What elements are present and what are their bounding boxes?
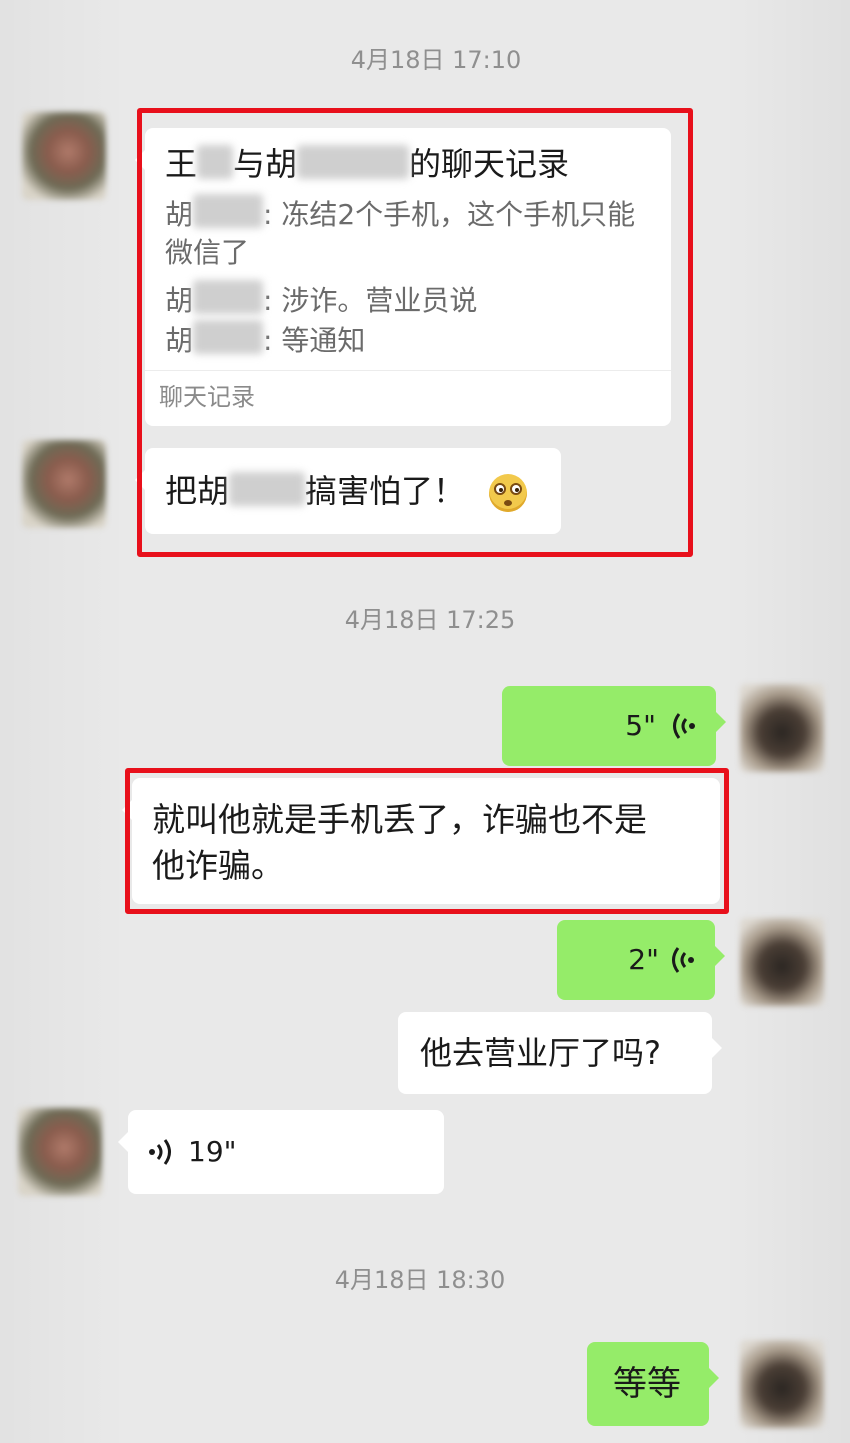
voice-duration: 19" xyxy=(188,1135,237,1168)
shocked-face-emoji-icon xyxy=(489,474,528,512)
chat-record-title-text: 的聊天记录 xyxy=(409,145,570,183)
chat-record-card[interactable]: 王与胡 的聊天记录 胡 : 冻结2个手机，这个手机只能 微信了 胡 : 涉诈。营业员说… xyxy=(135,128,671,426)
voice-wave-icon xyxy=(673,713,695,739)
redacted-name xyxy=(193,194,264,228)
chat-record-line: 微信了 xyxy=(165,236,250,269)
message-text: 搞害怕了！ xyxy=(305,472,466,510)
voice-duration: 2" xyxy=(628,943,659,976)
redacted-name xyxy=(193,320,264,354)
chat-record-sender: 胡 xyxy=(165,198,194,231)
chat-record-line: 胡 : 冻结2个手机，这个手机只能 xyxy=(165,194,653,234)
redacted-name xyxy=(193,280,264,314)
timestamp: 4月18日 17:10 xyxy=(350,46,522,74)
redacted-name xyxy=(197,145,234,179)
message-text: 他诈骗。 xyxy=(152,846,284,885)
message-bubble[interactable]: 把胡 搞害怕了！ xyxy=(135,448,561,534)
chat-record-sender: 胡 xyxy=(165,284,194,317)
message-text: 就叫他就是手机丢了，诈骗也不是 xyxy=(152,800,647,839)
chat-record-text: : 等通知 xyxy=(263,324,366,357)
user-avatar[interactable] xyxy=(740,1340,824,1428)
voice-message-bubble[interactable]: 19" xyxy=(118,1110,444,1194)
chat-record-title: 王与胡 的聊天记录 xyxy=(165,142,653,186)
voice-duration: 5" xyxy=(625,709,656,742)
message-bubble[interactable]: 就叫他就是手机丢了，诈骗也不是 他诈骗。 xyxy=(122,778,720,904)
chat-record-text: : 冻结2个手机，这个手机只能 xyxy=(263,198,636,231)
chat-record-text: : 涉诈。营业员说 xyxy=(263,284,478,317)
user-avatar[interactable] xyxy=(740,918,824,1006)
user-avatar[interactable] xyxy=(740,684,824,772)
redacted-name xyxy=(229,472,306,506)
message-text: 把胡 xyxy=(165,472,230,510)
chat-record-line: 胡 : 等通知 xyxy=(165,320,653,360)
voice-wave-icon xyxy=(672,947,694,973)
timestamp: 4月18日 18:30 xyxy=(334,1266,506,1294)
message-bubble[interactable]: 他去营业厅了吗? xyxy=(398,1012,722,1094)
contact-avatar[interactable] xyxy=(22,440,106,528)
timestamp: 4月18日 17:25 xyxy=(344,606,516,634)
voice-message-bubble[interactable]: 2" xyxy=(557,920,725,1000)
contact-avatar[interactable] xyxy=(22,112,106,200)
voice-wave-icon xyxy=(149,1139,171,1165)
redacted-name xyxy=(297,145,410,179)
voice-message-bubble[interactable]: 5" xyxy=(502,686,726,766)
chat-record-sender: 胡 xyxy=(165,324,194,357)
chat-record-title-text: 王 xyxy=(165,145,198,183)
contact-avatar[interactable] xyxy=(18,1108,102,1196)
chat-record-footer: 聊天记录 xyxy=(145,370,671,426)
chat-record-line: 胡 : 涉诈。营业员说 xyxy=(165,280,653,320)
chat-record-title-text: 与胡 xyxy=(233,145,298,183)
message-bubble[interactable]: 等等 xyxy=(587,1342,719,1426)
